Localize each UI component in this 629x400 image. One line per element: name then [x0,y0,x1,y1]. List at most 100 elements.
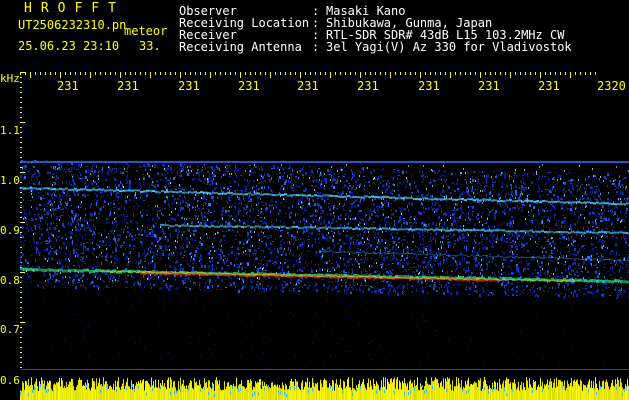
x-tick-mark [210,72,211,78]
x-tick-mark [535,72,536,75]
x-tick-mark [475,72,476,75]
y-tick-mark [20,332,22,333]
x-tick-mark [110,72,111,75]
y-tick-mark [20,142,22,143]
x-tick-mark [375,72,376,75]
x-tick-mark [185,72,186,75]
x-tick-mark [140,72,141,75]
x-tick-mark [220,72,221,75]
x-tick-mark [400,72,401,75]
y-tick-mark [20,87,22,88]
date-time: 25.06.23 23:10 [18,39,120,53]
x-tick-mark [575,72,576,75]
x-tick-mark [155,72,156,75]
x-tick-mark [100,72,101,75]
data-type: meteor [124,24,168,38]
x-tick-mark [595,72,596,75]
x-tick-mark [555,72,556,75]
x-tick-mark [285,72,286,75]
x-tick-mark [590,72,591,75]
x-tick-mark [450,72,451,78]
y-tick-mark [20,287,22,288]
y-tick-mark [20,352,22,353]
x-tick-mark [505,72,506,75]
x-tick-mark [460,72,461,75]
x-tick-mark [425,72,426,75]
y-tick-mark [20,122,25,123]
brand-title: HROFFT [24,1,125,16]
x-tick-mark [390,72,391,78]
y-tick-mark [20,107,22,108]
y-tick-label: 1.1 [0,124,20,137]
x-tick-mark [280,72,281,75]
x-tick-mark [480,72,481,78]
x-tick-mark [90,72,91,78]
x-tick-mark [105,72,106,75]
spectrogram-plot [20,72,629,400]
x-tick-mark [405,72,406,75]
y-tick-mark [20,202,22,203]
x-tick-mark [510,72,511,78]
y-tick-mark [20,207,22,208]
x-tick-mark [135,72,136,75]
x-tick-mark [270,72,271,78]
x-tick-mark [415,72,416,75]
x-tick-mark [435,72,436,75]
y-tick-mark [20,227,22,228]
noise-field [20,160,629,367]
x-tick-mark [175,72,176,75]
x-tick-mark [40,72,41,75]
x-tick-mark [50,72,51,75]
x-tick-mark [35,72,36,75]
y-tick-mark [20,302,22,303]
y-tick-mark [20,117,22,118]
x-tick-mark [410,72,411,75]
file-name: UT2506232310.pn [18,18,127,32]
y-tick-mark [20,167,22,168]
y-tick-mark [20,237,22,238]
x-tick-mark [520,72,521,75]
x-tick-mark [310,72,311,75]
y-tick-mark [20,232,22,233]
x-tick-mark [565,72,566,75]
x-tick-mark [30,72,31,78]
y-tick-mark [20,152,22,153]
x-tick-mark [585,72,586,75]
x-tick-mark [515,72,516,75]
y-tick-mark [20,92,22,93]
y-tick-label: 0.6 [0,374,20,387]
x-tick-mark [490,72,491,75]
x-tick-mark [25,72,26,75]
y-tick-mark [20,82,22,83]
separator: : [312,40,320,54]
y-tick-mark [20,192,22,193]
x-tick-mark [85,72,86,75]
y-tick-mark [20,97,22,98]
x-tick-mark [305,72,306,75]
x-tick-mark [200,72,201,75]
antenna-value: 3el Yagi(V) Az 330 for Vladivostok [326,40,572,54]
x-tick-mark [290,72,291,75]
x-tick-mark [235,72,236,75]
y-tick-mark [20,327,22,328]
x-tick-mark [570,72,571,78]
y-tick-mark [20,212,22,213]
x-tick-mark [65,72,66,75]
x-tick-mark [525,72,526,75]
x-tick-mark [440,72,441,75]
y-tick-mark [20,367,22,368]
x-tick-mark [275,72,276,75]
x-tick-mark [550,72,551,75]
x-tick-mark [295,72,296,75]
y-tick-mark [20,277,22,278]
x-tick-mark [445,72,446,75]
x-tick-mark [560,72,561,75]
y-tick-mark [20,362,22,363]
x-tick-mark [495,72,496,75]
x-tick-mark [365,72,366,75]
x-tick-mark [330,72,331,78]
baseline-bars [20,369,629,400]
y-tick-mark [20,157,22,158]
x-tick-mark [385,72,386,75]
x-tick-mark [230,72,231,75]
